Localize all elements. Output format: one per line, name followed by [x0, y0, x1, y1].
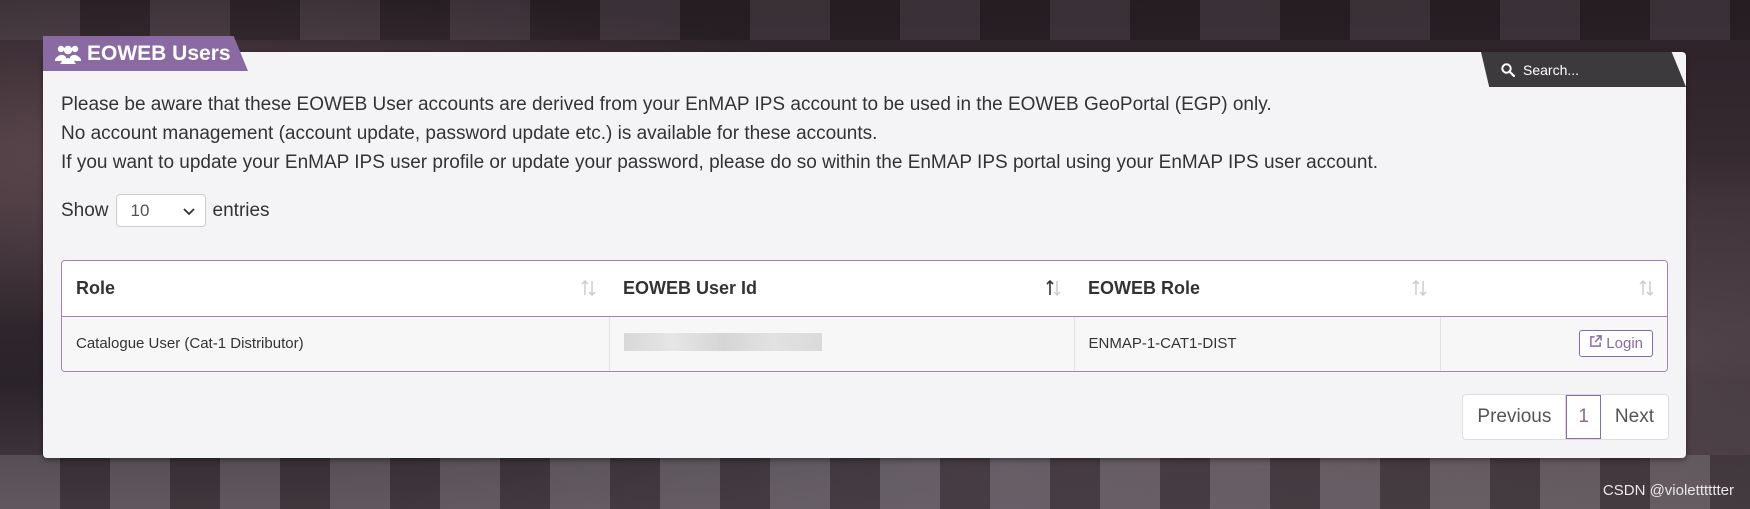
column-header-action[interactable]	[1440, 261, 1667, 317]
search-input[interactable]	[1523, 61, 1673, 78]
sort-icon	[1412, 279, 1428, 297]
pagination-page-1[interactable]: 1	[1566, 395, 1601, 439]
notice-line-2: No account management (account update, p…	[61, 123, 878, 144]
background-bottom	[0, 455, 1750, 509]
entries-select[interactable]: 10	[115, 194, 206, 227]
users-table: Role EOWEB User Id EOWEB Role Catalogue …	[61, 260, 1668, 372]
users-icon	[55, 44, 81, 64]
column-header-role[interactable]: Role	[62, 261, 609, 317]
redacted-user-id	[623, 332, 822, 351]
cell-action: Login	[1440, 316, 1667, 371]
table-header-row: Role EOWEB User Id EOWEB Role	[62, 261, 1667, 317]
pagination: Previous 1 Next	[1462, 394, 1669, 440]
sort-icon	[1639, 279, 1655, 297]
search-icon	[1501, 62, 1516, 77]
search-box[interactable]	[1481, 52, 1686, 87]
sort-ascending-icon	[1046, 279, 1062, 297]
page-title-tab: EOWEB Users	[43, 36, 248, 71]
column-header-eoweb-role[interactable]: EOWEB Role	[1074, 261, 1440, 317]
cell-eoweb-role: ENMAP-1-CAT1-DIST	[1074, 316, 1441, 371]
login-button[interactable]: Login	[1579, 330, 1653, 358]
notice-text: Please be aware that these EOWEB User ac…	[61, 90, 1378, 177]
notice-line-3: If you want to update your EnMAP IPS use…	[61, 152, 1379, 173]
login-button-label: Login	[1606, 335, 1643, 353]
sort-icon	[581, 279, 597, 297]
page-title: EOWEB Users	[87, 41, 231, 65]
pagination-next[interactable]: Next	[1601, 395, 1668, 439]
pagination-previous[interactable]: Previous	[1463, 395, 1567, 439]
show-label: Show	[61, 199, 109, 221]
cell-role: Catalogue User (Cat-1 Distributor)	[62, 316, 610, 371]
entries-length-control: Show 10 entries	[61, 194, 270, 227]
external-link-icon	[1589, 335, 1603, 352]
watermark: CSDN @violetttttter	[1602, 482, 1734, 499]
entries-select-value: 10	[130, 200, 150, 220]
chevron-down-icon	[182, 201, 195, 221]
users-panel: Please be aware that these EOWEB User ac…	[43, 52, 1686, 458]
cell-eoweb-user-id	[609, 316, 1075, 371]
column-header-eoweb-user-id[interactable]: EOWEB User Id	[609, 261, 1074, 317]
background-top	[0, 0, 1750, 40]
table-row: Catalogue User (Cat-1 Distributor) ENMAP…	[62, 316, 1667, 371]
notice-line-1: Please be aware that these EOWEB User ac…	[61, 94, 1272, 115]
entries-label: entries	[212, 199, 270, 221]
